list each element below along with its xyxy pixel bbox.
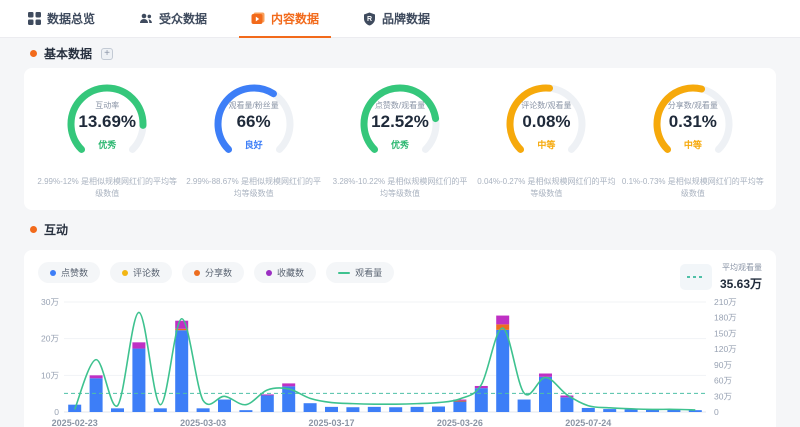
interaction-header: 互动	[0, 210, 800, 244]
gauge-note: 2.99%-88.67% 是相似规模网红们的平均等级数值	[183, 176, 325, 200]
gauge-title: 观看量/粉丝量	[182, 100, 326, 111]
tab-label: 数据总览	[47, 10, 95, 27]
svg-text:90万: 90万	[714, 360, 732, 370]
gauge-title: 互动率	[35, 100, 179, 111]
gauge-shares-per-view: 分享数/观看量 0.31% 中等 0.1%-0.73% 是相似规模网红们的平均等…	[620, 80, 766, 200]
svg-text:180万: 180万	[714, 313, 737, 323]
svg-text:0: 0	[714, 407, 719, 417]
average-views-value: 35.63万	[720, 275, 762, 292]
content-icon	[251, 12, 265, 25]
svg-text:0: 0	[54, 407, 59, 417]
interaction-title: 互动	[44, 221, 68, 238]
legend-label: 收藏数	[277, 266, 304, 279]
interaction-chart[interactable]: 30万20万10万0210万180万150万120万90万60万30万02025…	[38, 292, 762, 427]
audience-icon	[139, 12, 153, 25]
add-icon[interactable]: +	[101, 48, 113, 60]
brand-icon: R	[363, 12, 376, 26]
tab-label: 受众数据	[159, 10, 207, 27]
gauge-value: 13.69%	[35, 112, 179, 132]
orange-bullet-icon	[30, 50, 37, 57]
legend-label: 分享数	[205, 266, 232, 279]
tab-content-data[interactable]: 内容数据	[251, 0, 319, 38]
tab-label: 内容数据	[271, 10, 319, 27]
orange-bullet-icon	[30, 226, 37, 233]
gauge-rating: 优秀	[35, 138, 179, 151]
gauge-rating: 优秀	[328, 138, 472, 151]
legend-label: 观看量	[355, 266, 382, 279]
gauge-title: 分享数/观看量	[621, 100, 765, 111]
gauge-views-per-follower: 观看量/粉丝量 66% 良好 2.99%-88.67% 是相似规模网红们的平均等…	[180, 80, 326, 200]
svg-text:2025-03-17: 2025-03-17	[308, 418, 354, 427]
svg-text:2025-07-24: 2025-07-24	[565, 418, 611, 427]
tab-brand-data[interactable]: R 品牌数据	[363, 0, 430, 38]
gauge-engagement-rate: 互动率 13.69% 优秀 2.99%-12% 是相似规模网红们的平均等级数值	[34, 80, 180, 200]
gauge-value: 0.08%	[474, 112, 618, 132]
legend-item-收藏数[interactable]: 收藏数	[254, 262, 316, 283]
gauge-note: 0.04%-0.27% 是相似规模网红们的平均等级数值	[475, 176, 617, 200]
svg-text:30万: 30万	[41, 297, 59, 307]
gauge-rating: 中等	[474, 138, 618, 151]
gauge-rating: 良好	[182, 138, 326, 151]
legend-label: 评论数	[133, 266, 160, 279]
svg-text:120万: 120万	[714, 344, 737, 354]
svg-text:210万: 210万	[714, 297, 737, 307]
average-views-label: 平均观看量	[720, 262, 762, 273]
dot-marker-icon	[50, 270, 56, 276]
dot-marker-icon	[122, 270, 128, 276]
svg-text:20万: 20万	[41, 334, 59, 344]
average-views-box: 平均观看量 35.63万	[680, 262, 762, 292]
gauge-title: 点赞数/观看量	[328, 100, 472, 111]
svg-text:2025-02-23: 2025-02-23	[52, 418, 98, 427]
gauge-title: 评论数/观看量	[474, 100, 618, 111]
tab-label: 品牌数据	[382, 10, 430, 27]
gauge-value: 0.31%	[621, 112, 765, 132]
tab-data-overview[interactable]: 数据总览	[28, 0, 95, 38]
gauge-note: 0.1%-0.73% 是相似规模网红们的平均等级数值	[622, 176, 764, 200]
svg-text:150万: 150万	[714, 328, 737, 338]
legend-item-分享数[interactable]: 分享数	[182, 262, 244, 283]
dashed-line-icon	[680, 264, 712, 290]
gauge-note: 2.99%-12% 是相似规模网红们的平均等级数值	[36, 176, 178, 200]
svg-text:2025-03-03: 2025-03-03	[180, 418, 226, 427]
gauge-note: 3.28%-10.22% 是相似规模网红们的平均等级数值	[329, 176, 471, 200]
gauges-card: 互动率 13.69% 优秀 2.99%-12% 是相似规模网红们的平均等级数值 …	[24, 68, 776, 210]
svg-text:30万: 30万	[714, 391, 732, 401]
chart-legend: 点赞数 评论数 分享数 收藏数 观看量	[38, 262, 680, 283]
legend-item-观看量[interactable]: 观看量	[326, 262, 394, 283]
dot-marker-icon	[194, 270, 200, 276]
svg-text:R: R	[367, 16, 372, 23]
line-marker-icon	[338, 272, 350, 274]
tab-audience-data[interactable]: 受众数据	[139, 0, 207, 38]
top-nav: 数据总览 受众数据 内容数据 R 品牌数据	[0, 0, 800, 38]
gauge-likes-per-view: 点赞数/观看量 12.52% 优秀 3.28%-10.22% 是相似规模网红们的…	[327, 80, 473, 200]
dot-marker-icon	[266, 270, 272, 276]
basic-data-title: 基本数据	[44, 45, 92, 62]
svg-text:10万: 10万	[41, 370, 59, 380]
grid-icon	[28, 12, 41, 25]
svg-text:2025-03-26: 2025-03-26	[437, 418, 483, 427]
svg-text:60万: 60万	[714, 376, 732, 386]
legend-item-评论数[interactable]: 评论数	[110, 262, 172, 283]
gauge-value: 12.52%	[328, 112, 472, 132]
basic-data-header: 基本数据 +	[0, 38, 800, 68]
gauge-comments-per-view: 评论数/观看量 0.08% 中等 0.04%-0.27% 是相似规模网红们的平均…	[473, 80, 619, 200]
gauge-value: 66%	[182, 112, 326, 132]
interaction-chart-card: 点赞数评论数分享数收藏数观看量 平均观看量 35.63万 30万20万10万02…	[24, 250, 776, 427]
gauge-rating: 中等	[621, 138, 765, 151]
legend-item-点赞数[interactable]: 点赞数	[38, 262, 100, 283]
legend-label: 点赞数	[61, 266, 88, 279]
